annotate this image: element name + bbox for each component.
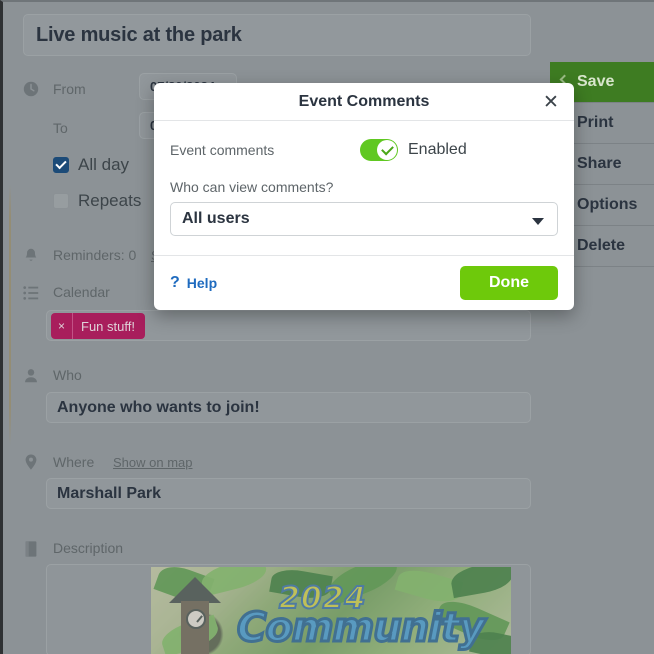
who-label: Who <box>53 367 82 383</box>
audience-question-label: Who can view comments? <box>170 179 334 195</box>
app-root: Live music at the park From 07/20/2024 T… <box>0 0 654 654</box>
banner-word-text: Community <box>235 604 486 653</box>
repeats-checkbox[interactable] <box>53 193 69 209</box>
dialog-title: Event Comments <box>298 92 430 110</box>
event-comments-toggle[interactable] <box>360 139 398 161</box>
calendar-chip-label: Fun stuff! <box>81 318 135 334</box>
share-button-label: Share <box>577 155 622 172</box>
where-value: Marshall Park <box>57 484 162 502</box>
audience-select[interactable]: All users <box>170 202 558 236</box>
options-button-label: Options <box>577 196 638 213</box>
who-value: Anyone who wants to join! <box>57 398 260 416</box>
clock-tower-graphic <box>169 577 221 654</box>
description-textarea[interactable]: 2024 Community <box>46 564 531 654</box>
who-input[interactable]: Anyone who wants to join! <box>46 392 531 423</box>
repeats-checkbox-row[interactable]: Repeats <box>53 191 141 211</box>
toggle-knob-check-icon <box>377 140 397 160</box>
delete-button-label: Delete <box>577 237 626 254</box>
calendar-chip[interactable]: × Fun stuff! <box>51 313 145 339</box>
done-button[interactable]: Done <box>460 266 558 300</box>
save-button-label: Save <box>577 73 615 90</box>
chevron-down-icon <box>532 218 544 225</box>
map-pin-icon <box>25 454 37 470</box>
audience-select-value: All users <box>182 210 250 227</box>
show-on-map-link[interactable]: Show on map <box>113 455 193 470</box>
event-comments-row: Event comments Enabled <box>170 135 558 165</box>
done-button-label: Done <box>489 274 529 291</box>
from-label: From <box>53 81 86 97</box>
reminders-label: Reminders: 0 <box>53 247 137 263</box>
where-input[interactable]: Marshall Park <box>46 478 531 509</box>
to-label: To <box>53 120 68 136</box>
dialog-body: Event comments Enabled Who can view comm… <box>154 121 574 236</box>
all-day-checkbox-row[interactable]: All day <box>53 155 129 175</box>
help-link-label: Help <box>186 275 218 291</box>
repeats-label: Repeats <box>78 191 142 210</box>
question-mark-icon: ? <box>170 274 180 291</box>
calendar-label: Calendar <box>53 284 110 300</box>
where-label: Where <box>53 454 95 470</box>
event-comments-label: Event comments <box>170 142 275 158</box>
description-label: Description <box>53 540 124 556</box>
event-title-value: Live music at the park <box>36 23 242 46</box>
event-title-input[interactable]: Live music at the park <box>23 14 531 56</box>
person-icon <box>25 369 37 383</box>
clock-icon <box>23 81 39 97</box>
page-edge-accent <box>9 2 11 654</box>
toggle-state-label: Enabled <box>408 141 467 158</box>
all-day-label: All day <box>78 155 130 174</box>
bell-icon <box>25 248 37 261</box>
event-comments-dialog: Event Comments ✕ Event comments Enabled … <box>154 83 574 310</box>
print-button-label: Print <box>577 114 614 131</box>
dialog-footer: ? Help Done <box>154 255 574 310</box>
calendar-chip-remove-icon[interactable]: × <box>51 313 73 339</box>
description-banner-image: 2024 Community <box>151 567 511 654</box>
close-icon[interactable]: ✕ <box>541 92 561 112</box>
all-day-checkbox[interactable] <box>53 157 69 173</box>
dialog-header: Event Comments ✕ <box>154 83 574 121</box>
help-link[interactable]: ? Help <box>170 274 217 292</box>
list-icon <box>23 286 39 300</box>
document-icon <box>25 541 37 557</box>
